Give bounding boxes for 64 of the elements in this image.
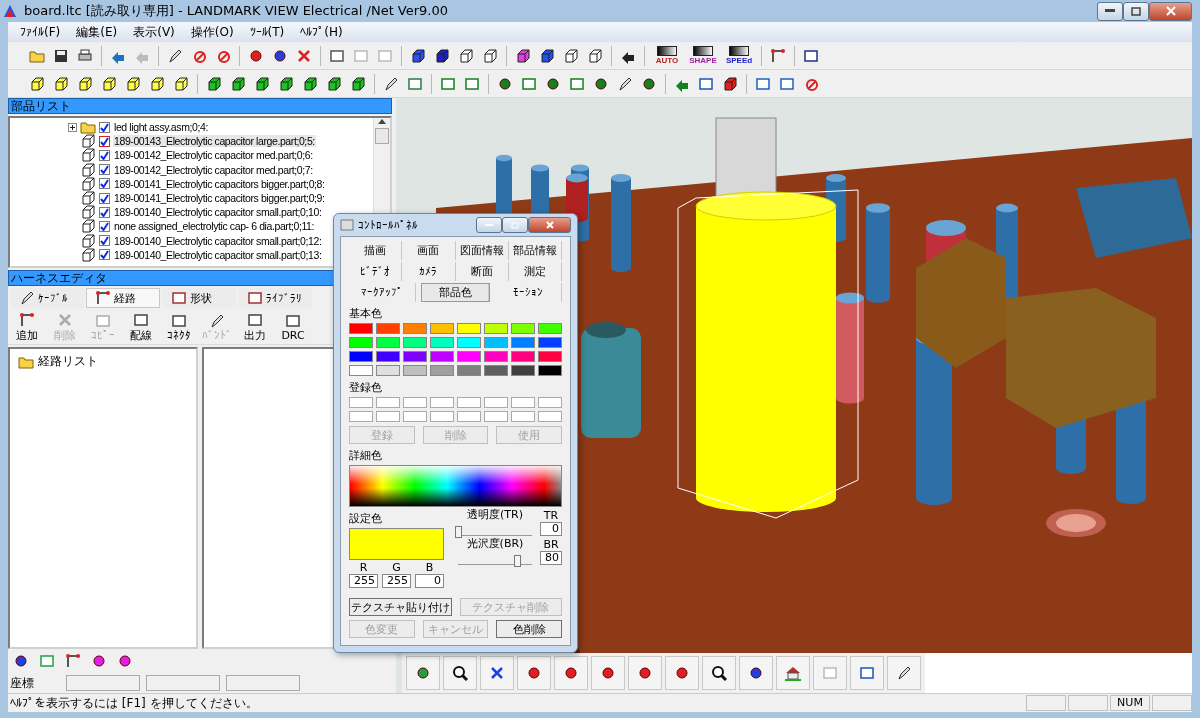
tree-item[interactable]: 189-00143_Electrolytic capacitor large.part;0;5: (113, 135, 316, 148)
status-indicator: NUM (1110, 695, 1150, 711)
tree-item[interactable]: 189-00142_Electrolytic capacitor med.part;0;7: (113, 163, 314, 176)
channel-label: R (359, 562, 368, 574)
menu-item[interactable]: ﾌｧｲﾙ(F) (12, 25, 69, 39)
field-label: BR (543, 539, 559, 551)
tree-item[interactable]: none assigned_electrolytic cap- 6 dia.part;0;11: (113, 220, 316, 233)
mode-button[interactable]: AUTO (650, 43, 684, 68)
menu-item[interactable]: 編集(E) (68, 23, 126, 41)
tab[interactable]: ﾏｰｸｱｯﾌﾟ (349, 283, 416, 302)
tree-item[interactable]: 189-00140_Electrolytic capacitor small.part;0;12: (113, 234, 323, 247)
tab[interactable]: 経路 (86, 288, 160, 308)
coordinate-label: 座標 (10, 674, 35, 692)
tab[interactable]: 画面 (402, 241, 456, 260)
slider-label: 透明度(TR) (466, 509, 524, 521)
field-label: TR (543, 510, 559, 522)
tree-item[interactable]: 189-00142_Electrolytic capacitor med.part;0;6: (113, 149, 314, 162)
menu-item[interactable]: 操作(O) (182, 23, 242, 41)
slider-label: 光沢度(BR) (465, 538, 525, 550)
tree-item[interactable]: 189-00141_Electrolytic capacitors bigger.part;0;8: (113, 177, 326, 190)
window-title: board.ltc [読み取り専用] - LANDMARK VIEW Electrical /Net Ver9.00 (24, 2, 449, 20)
number-field[interactable]: 255 (382, 574, 411, 588)
tab[interactable]: 図面情報 (455, 241, 509, 260)
tree-item[interactable]: 経路リスト (38, 353, 98, 370)
section-label: 設定色 (349, 511, 383, 526)
tool-button[interactable]: 出力 (236, 310, 274, 344)
section-label: 登録色 (349, 380, 383, 395)
tab[interactable]: ｶﾒﾗ (402, 262, 456, 281)
window-title: ｺﾝﾄﾛｰﾙﾊﾟﾈﾙ (358, 218, 418, 232)
tree-item[interactable]: 189-00140_Electrolytic capacitor small.part;0;10: (113, 206, 323, 219)
number-field[interactable]: 255 (349, 574, 378, 588)
menu-item[interactable]: 表示(V) (125, 23, 183, 41)
tab[interactable]: 断面 (455, 262, 509, 281)
menu-item[interactable]: ﾂｰﾙ(T) (241, 25, 293, 39)
section-label: 基本色 (349, 306, 383, 321)
tab[interactable]: ﾓｰｼｮﾝ (495, 283, 562, 302)
tab[interactable]: ﾋﾞﾃﾞｵ (349, 262, 403, 281)
number-field[interactable]: 0 (415, 574, 444, 588)
channel-label: G (392, 562, 401, 574)
number-field[interactable]: 0 (540, 522, 562, 536)
panel-title: 部品リスト (8, 98, 392, 114)
tree-item[interactable]: led light assy.asm;0;4: (113, 121, 209, 134)
tab[interactable]: ｹｰﾌﾞﾙ (10, 288, 84, 308)
section-label: 詳細色 (349, 448, 383, 463)
tool-button[interactable]: DRC (274, 310, 312, 344)
tool-button[interactable]: 配線 (122, 310, 160, 344)
button[interactable]: 色削除 (496, 620, 562, 638)
button[interactable]: テクスチャ貼り付け (349, 598, 452, 616)
tool-button[interactable]: 追加 (8, 310, 46, 344)
tree-item[interactable]: 189-00140_Electrolytic capacitor small.part;0;13: (113, 248, 323, 261)
status-text: ﾍﾙﾌﾟを表示するには [F1] を押してください。 (9, 694, 259, 712)
tab[interactable]: ﾗｲﾌﾞﾗﾘ (238, 288, 312, 308)
menu-item[interactable]: ﾍﾙﾌﾟ(H) (292, 25, 351, 39)
tab[interactable]: 形状 (162, 288, 236, 308)
number-field[interactable]: 80 (540, 551, 562, 565)
tab[interactable]: 部品情報 (508, 241, 562, 260)
tab[interactable]: 測定 (508, 262, 562, 281)
tab[interactable]: 部品色 (422, 284, 489, 301)
tool-button[interactable]: ｺﾈｸﾀ (160, 310, 198, 344)
mode-button[interactable]: SPEEd (722, 43, 756, 68)
tree-item[interactable]: 189-00141_Electrolytic capacitors bigger.part;0;9: (113, 192, 326, 205)
channel-label: B (425, 562, 434, 574)
mode-button[interactable]: SHAPE (686, 43, 720, 68)
tab[interactable]: 描画 (349, 241, 403, 260)
